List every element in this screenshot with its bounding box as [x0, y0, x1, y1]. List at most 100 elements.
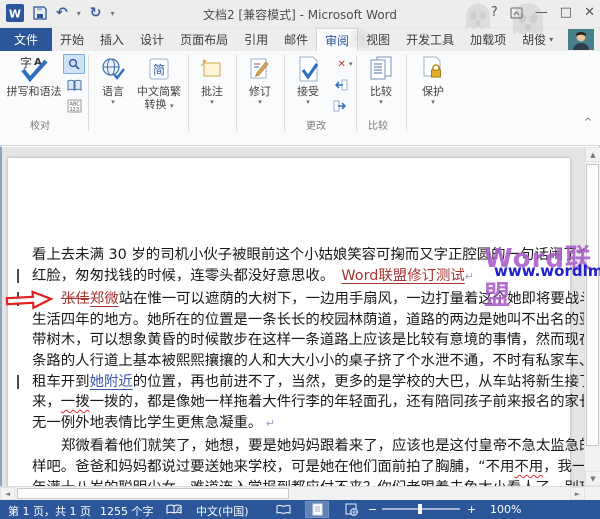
- text-run-mark: ↵: [262, 417, 275, 430]
- zoom-slider-thumb[interactable]: [418, 504, 422, 514]
- tab-开始[interactable]: 开始: [52, 28, 92, 51]
- horizontal-scroll-thumb[interactable]: [17, 488, 289, 499]
- page-indicator[interactable]: 第 1 页，共 1 页: [8, 503, 91, 519]
- zoom-level[interactable]: 100%: [490, 503, 521, 516]
- group-divider: [236, 55, 237, 131]
- compare-icon: [367, 53, 395, 85]
- tab-label: 引用: [244, 31, 268, 48]
- paragraph: 郑微看着他们就笑了，她想，要是她妈妈跟着来了，应该也是这付皇帝不急太监急的模样吧…: [32, 436, 552, 486]
- comment-caret-icon: ▾: [210, 98, 214, 107]
- thesaurus-button[interactable]: [64, 76, 84, 94]
- proofing-group-label: 校对: [30, 117, 50, 132]
- web-layout-button[interactable]: [340, 502, 362, 517]
- user-avatar[interactable]: [568, 29, 594, 50]
- tab-页面布局[interactable]: 页面布局: [172, 28, 236, 51]
- tab-插入[interactable]: 插入: [92, 28, 132, 51]
- protect-button[interactable]: 保护 ▾: [412, 53, 454, 115]
- text-run: 无一例外地表情比学生更焦急凝重。: [32, 415, 262, 431]
- text-run-sp: 不用: [514, 459, 543, 475]
- text-run: 红脸，匆匆找钱的时候，连零头都没好意思收。: [32, 268, 327, 284]
- next-change-button[interactable]: [330, 97, 350, 115]
- document-line: 郑微看着他们就笑了，她想，要是她妈妈跟着来了，应该也是这付皇帝不急太监急的模: [32, 436, 552, 457]
- language-label: 语言: [102, 85, 124, 98]
- accept-caret-icon: ▾: [306, 98, 310, 107]
- scroll-left-icon[interactable]: ◄: [0, 487, 15, 500]
- document-line: 样吧。爸爸和妈妈都说过要送她来学校，可是她在他们面前拍了胸脯，“不用不用，我一个: [32, 457, 552, 478]
- spelling-grammar-button[interactable]: 字A 拼写和语法: [8, 53, 60, 115]
- new-comment-button[interactable]: ✦ 批注 ▾: [192, 53, 232, 115]
- status-bar: 第 1 页，共 1 页 1255 个字 ✗ 中文(中国) − + 100%: [0, 500, 600, 519]
- zoom-out-button[interactable]: −: [368, 503, 377, 516]
- text-run-sp: 一拨: [61, 394, 90, 410]
- proofing-status-button[interactable]: ✗: [163, 502, 185, 517]
- word-count-button[interactable]: ABC123: [64, 97, 84, 115]
- language-button[interactable]: 语言 ▾: [94, 53, 132, 115]
- tab-label: 插入: [100, 31, 124, 48]
- spelling-grammar-icon: 字A: [17, 53, 51, 85]
- word-count-indicator[interactable]: 1255 个字: [100, 503, 154, 519]
- document-line: 来，一拨一拨的，都是像她一样拖着大件行李的年轻面孔，还有陪同孩子前来报名的家长，: [32, 392, 552, 413]
- document-line: 张佳郑微站在惟一可以遮荫的大树下，一边用手扇风，一边打量着这个她即将要战斗和: [32, 289, 552, 310]
- language-caret-icon: ▾: [111, 98, 115, 107]
- scroll-down-icon[interactable]: ▼: [585, 471, 600, 486]
- text-run-ins: 郑微: [90, 291, 119, 307]
- document-text: 看上去未满 30 岁的司机小伙子被眼前这个小姑娘笑容可掬而又字正腔圆的一句话闹了…: [32, 245, 552, 486]
- tab-引用[interactable]: 引用: [236, 28, 276, 51]
- comment-label: 批注: [201, 85, 223, 98]
- track-changes-button[interactable]: 修订 ▾: [240, 53, 280, 115]
- accept-button[interactable]: 接受 ▾: [288, 53, 328, 115]
- changes-group-label: 更改: [306, 117, 326, 132]
- vertical-scrollbar[interactable]: ▲ ▼: [584, 147, 600, 486]
- collapse-ribbon-icon[interactable]: ^: [584, 117, 592, 128]
- close-button[interactable]: ✕: [584, 3, 595, 23]
- ghost-watermark-icon: [508, 0, 548, 40]
- document-page[interactable]: 看上去未满 30 岁的司机小伙子被眼前这个小姑娘笑容可掬而又字正腔圆的一句话闹了…: [8, 158, 570, 486]
- document-line: 红脸，匆匆找钱的时候，连零头都没好意思收。 Word联盟修订测试↵: [32, 266, 552, 288]
- research-button[interactable]: [64, 55, 84, 73]
- document-line: 年满十八岁的聪明少女，难道连入学报到都应付不来？你们老跟着未免太小看人了，别忘了: [32, 478, 552, 486]
- proofing-book-icon: ✗: [166, 503, 182, 516]
- document-line: 带树木，可以想象黄昏的时候散步在这样一条道路上应该是比较有意境的事情，然而现在整: [32, 330, 552, 351]
- red-arrow-annotation: [5, 289, 55, 311]
- print-layout-button[interactable]: [306, 502, 328, 517]
- read-mode-icon: [276, 504, 291, 515]
- tab-邮件[interactable]: 邮件: [276, 28, 316, 51]
- horizontal-scrollbar[interactable]: ◄ ►: [0, 486, 600, 500]
- track-changes-caret-icon: ▾: [258, 98, 262, 107]
- svg-text:✗: ✗: [176, 506, 182, 514]
- compare-group-label: 比较: [368, 117, 388, 132]
- document-line: 条路的人行道上基本被熙熙攘攘的人和大大小小的桌子挤了个水泄不通，不时有私家车、出: [32, 351, 552, 372]
- compare-button[interactable]: 比较 ▾: [360, 53, 402, 115]
- group-divider: [284, 55, 285, 131]
- tab-文件[interactable]: 文件: [0, 28, 52, 51]
- group-divider: [406, 55, 407, 131]
- tab-开发工具[interactable]: 开发工具: [398, 28, 462, 51]
- document-line: 看上去未满 30 岁的司机小伙子被眼前这个小姑娘笑容可掬而又字正腔圆的一句话闹了…: [32, 245, 552, 266]
- svg-text:123: 123: [69, 107, 79, 113]
- protect-caret-icon: ▾: [431, 98, 435, 107]
- text-run-mark: ↵: [465, 270, 474, 283]
- language-indicator[interactable]: 中文(中国): [196, 503, 249, 519]
- read-mode-button[interactable]: [272, 502, 294, 517]
- chinese-convert-button[interactable]: 简 中文简繁 转换 ▾: [134, 53, 184, 115]
- search-book-icon: [67, 57, 81, 71]
- spelling-grammar-label: 拼写和语法: [7, 85, 62, 98]
- svg-text:✦: ✦: [201, 57, 208, 66]
- scroll-up-icon[interactable]: ▲: [585, 147, 600, 162]
- document-area[interactable]: 看上去未满 30 岁的司机小伙子被眼前这个小姑娘笑容可掬而又字正腔圆的一句话闹了…: [0, 147, 600, 486]
- paragraph: 张佳郑微站在惟一可以遮荫的大树下，一边用手扇风，一边打量着这个她即将要战斗和生活…: [32, 289, 552, 434]
- group-divider: [88, 55, 89, 131]
- scroll-right-icon[interactable]: ►: [570, 487, 585, 500]
- maximize-button[interactable]: □: [560, 3, 572, 23]
- protect-lock-icon: [419, 53, 447, 85]
- ghost-watermark-icon: [462, 1, 494, 33]
- chinese-convert-label-2: 转换 ▾: [144, 98, 173, 111]
- text-run: 来，: [32, 394, 61, 410]
- ghost-watermark-icon: [346, 26, 372, 52]
- zoom-slider[interactable]: [382, 508, 460, 510]
- comment-icon: ✦: [199, 53, 225, 85]
- zoom-in-button[interactable]: +: [467, 503, 476, 516]
- previous-change-button[interactable]: [330, 76, 350, 94]
- tab-设计[interactable]: 设计: [132, 28, 172, 51]
- group-divider: [188, 55, 189, 131]
